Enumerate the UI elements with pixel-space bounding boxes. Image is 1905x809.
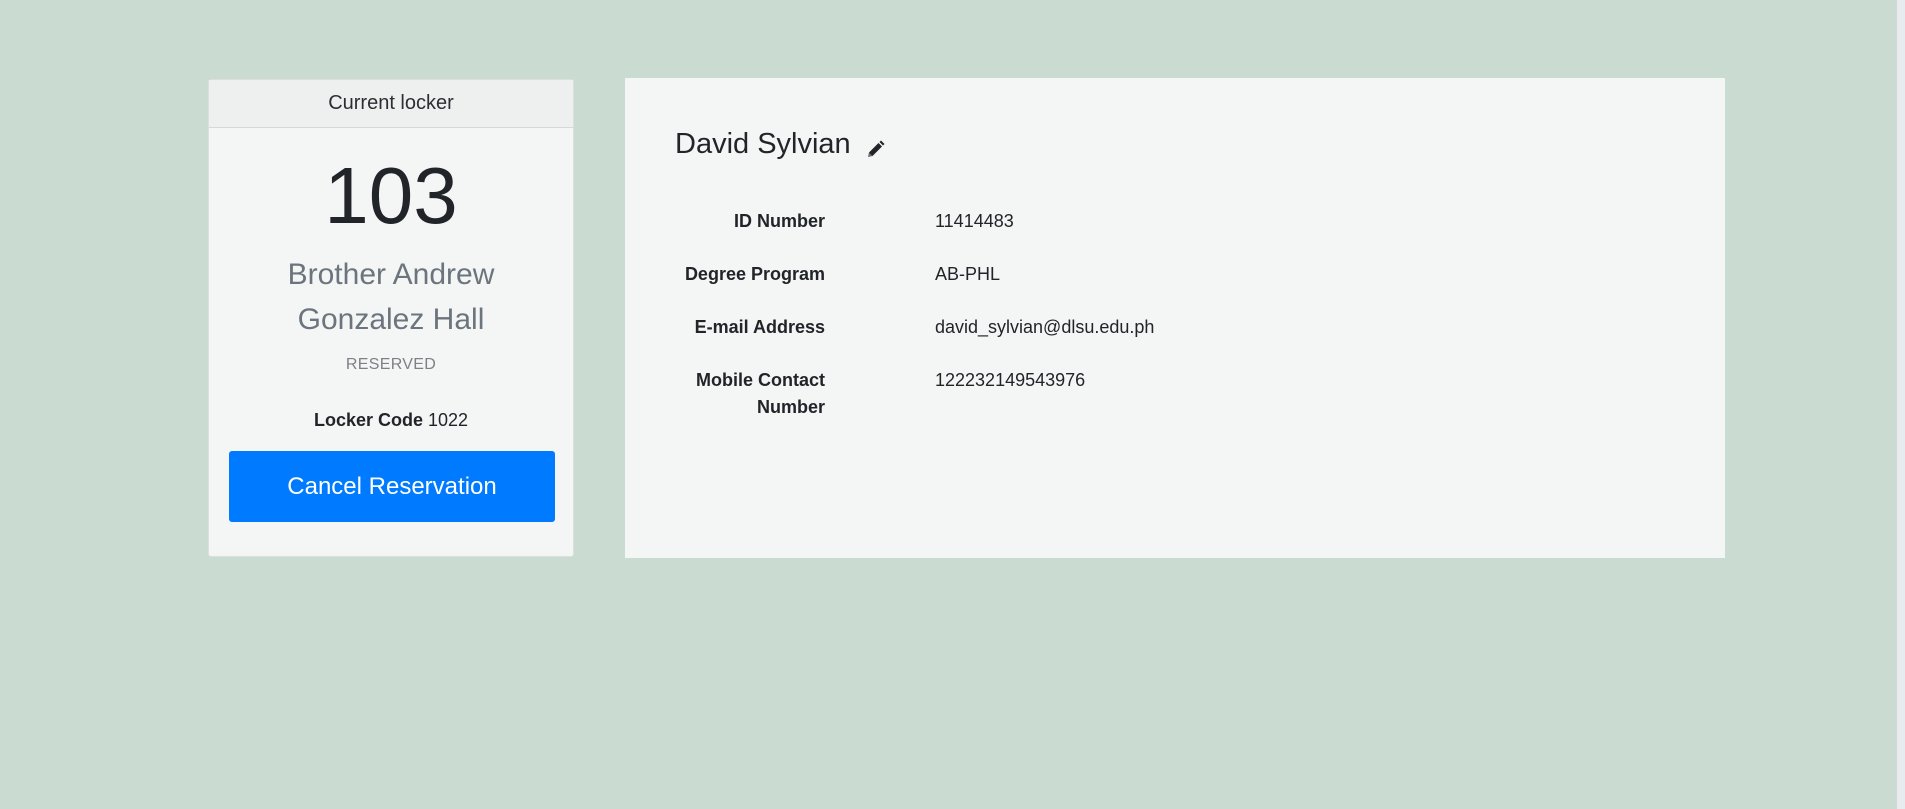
vertical-scrollbar[interactable] <box>1896 0 1905 809</box>
locker-status: RESERVED <box>345 356 437 373</box>
locker-code-label: Locker Code <box>313 410 423 430</box>
locker-card-header: Current locker <box>209 80 573 128</box>
cancel-reservation-button[interactable]: Cancel Reservation <box>229 451 555 522</box>
locker-code: Locker Code 1022 <box>209 410 573 431</box>
current-locker-card: Current locker 103 Brother Andrew Gonzal… <box>208 79 574 557</box>
page: Current locker 103 Brother Andrew Gonzal… <box>0 0 1905 809</box>
locker-building: Brother Andrew Gonzalez Hall <box>287 258 495 336</box>
locker-number: 103 <box>324 151 458 240</box>
pencil-icon[interactable] <box>865 135 885 157</box>
profile-header: David Sylvian <box>675 128 885 161</box>
profile-card: David Sylvian ID Number 11414483 Degree … <box>625 78 1725 558</box>
info-label: ID Number <box>733 211 825 231</box>
info-value: 11414483 <box>935 211 1014 231</box>
info-label: Degree Program <box>684 264 825 284</box>
locker-code-value: 1022 <box>428 410 469 430</box>
profile-name: David Sylvian <box>675 128 851 160</box>
info-value: 122232149543976 <box>935 370 1086 390</box>
info-label: E-mail Address <box>694 317 825 337</box>
info-value: david_sylvian@dlsu.edu.ph <box>935 317 1155 337</box>
info-label: Mobile Contact Number <box>696 370 825 417</box>
info-value: AB-PHL <box>935 264 1001 284</box>
